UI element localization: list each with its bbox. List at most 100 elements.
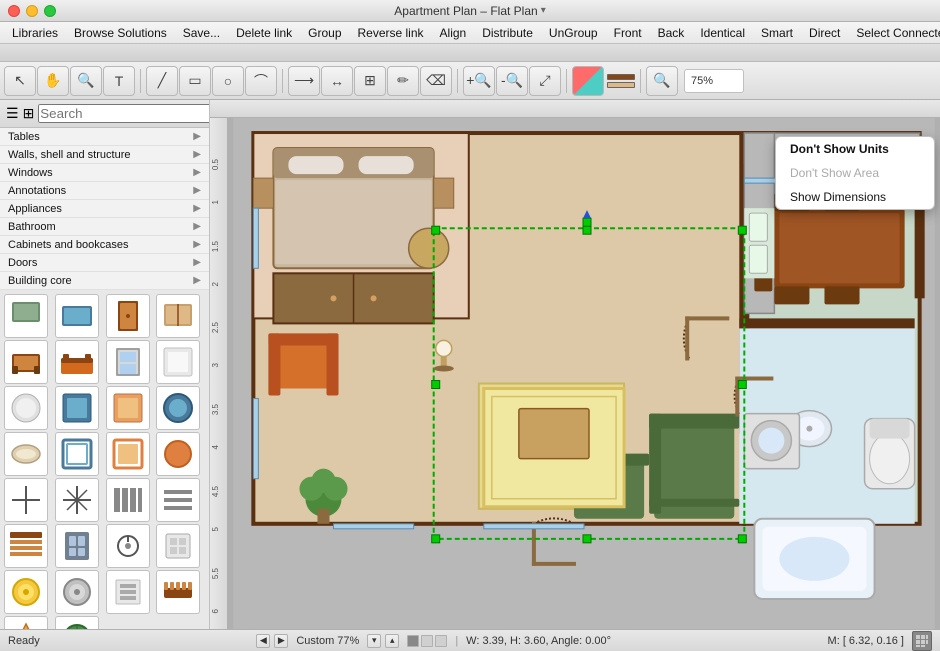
floor-plan-canvas[interactable]: Don't Show Units Don't Show Area Show Di…: [228, 118, 940, 629]
traffic-lights: [8, 5, 56, 17]
shape-cell[interactable]: [4, 386, 48, 430]
menu-item-show-dimensions[interactable]: Show Dimensions: [776, 185, 934, 209]
statusbar: Ready ◀ ▶ Custom 77% ▾ ▴ | W: 3.39, H: 3…: [0, 629, 940, 651]
fit-btn[interactable]: ⤢: [529, 66, 561, 96]
shape-cell[interactable]: [156, 340, 200, 384]
menu-item-save...[interactable]: Save...: [175, 22, 228, 44]
menu-item-group[interactable]: Group: [300, 22, 349, 44]
menu-item-select-connected[interactable]: Select Connected: [848, 22, 940, 44]
shape-cell[interactable]: [55, 570, 99, 614]
menu-item-libraries[interactable]: Libraries: [4, 22, 66, 44]
zoom-decrease-btn[interactable]: ▾: [367, 634, 381, 648]
category-list: Tables ▶ Walls, shell and structure ▶ Wi…: [0, 128, 209, 290]
menu-item-dont-show-area[interactable]: Don't Show Area: [776, 161, 934, 185]
shape-cell[interactable]: [55, 616, 99, 629]
shape-cell[interactable]: [55, 340, 99, 384]
shape-cell[interactable]: [4, 432, 48, 476]
toolbar-group-color: [572, 66, 635, 96]
ruler-mark-v: 5: [211, 527, 220, 531]
shape-cell[interactable]: [4, 478, 48, 522]
category-windows[interactable]: Windows ▶: [0, 164, 209, 182]
zoom-input[interactable]: 75%: [684, 69, 744, 93]
shape-cell[interactable]: [55, 294, 99, 338]
shape-cell[interactable]: [156, 294, 200, 338]
scroll-left-btn[interactable]: ◀: [256, 634, 270, 648]
shape-cell[interactable]: [156, 432, 200, 476]
list-icon: ☰: [6, 105, 19, 122]
menu-item-delete-link[interactable]: Delete link: [228, 22, 300, 44]
category-building-core[interactable]: Building core ▶: [0, 272, 209, 290]
category-appliances[interactable]: Appliances ▶: [0, 200, 209, 218]
shape-cell[interactable]: [55, 524, 99, 568]
shape-cell[interactable]: [55, 432, 99, 476]
shape-cell[interactable]: [106, 294, 150, 338]
close-button[interactable]: [8, 5, 20, 17]
zoom-tool[interactable]: 🔍: [70, 66, 102, 96]
category-walls[interactable]: Walls, shell and structure ▶: [0, 146, 209, 164]
search-input[interactable]: [38, 104, 210, 123]
shape-cell[interactable]: [4, 294, 48, 338]
menu-item-front[interactable]: Front: [606, 22, 650, 44]
expand-icon: ▶: [193, 185, 201, 196]
category-tables[interactable]: Tables ▶: [0, 128, 209, 146]
page-dot-1[interactable]: [407, 635, 419, 647]
menu-item-smart[interactable]: Smart: [753, 22, 801, 44]
stroke-color-btn[interactable]: [607, 74, 635, 80]
menu-item-reverse-link[interactable]: Reverse link: [350, 22, 432, 44]
dimension-tool[interactable]: ↔: [321, 66, 353, 96]
shape-cell[interactable]: [4, 616, 48, 629]
scroll-right-btn[interactable]: ▶: [274, 634, 288, 648]
zoom-in-btn[interactable]: +🔍: [463, 66, 495, 96]
menu-item-distribute[interactable]: Distribute: [474, 22, 541, 44]
shape-cell[interactable]: [4, 570, 48, 614]
pencil-tool[interactable]: ✏: [387, 66, 419, 96]
text-tool[interactable]: T: [103, 66, 135, 96]
menu-item-back[interactable]: Back: [650, 22, 693, 44]
shape-cell[interactable]: [4, 524, 48, 568]
shape-cell[interactable]: [106, 478, 150, 522]
category-bathroom[interactable]: Bathroom ▶: [0, 218, 209, 236]
shape-cell[interactable]: [156, 478, 200, 522]
menu-item-dont-show-units[interactable]: Don't Show Units: [776, 137, 934, 161]
shape-cell[interactable]: [156, 386, 200, 430]
hand-tool[interactable]: ✋: [37, 66, 69, 96]
search-btn[interactable]: 🔍: [646, 66, 678, 96]
circle-tool[interactable]: ○: [212, 66, 244, 96]
shape-cell[interactable]: [106, 432, 150, 476]
shape-cell[interactable]: [55, 478, 99, 522]
shape-cell[interactable]: [106, 570, 150, 614]
menu-item-align[interactable]: Align: [432, 22, 475, 44]
connect-tool[interactable]: ⟶: [288, 66, 320, 96]
category-cabinets[interactable]: Cabinets and bookcases ▶: [0, 236, 209, 254]
rect-tool[interactable]: ▭: [179, 66, 211, 96]
expand-icon: ▶: [193, 131, 201, 142]
shape-cell[interactable]: [4, 340, 48, 384]
category-annotations[interactable]: Annotations ▶: [0, 182, 209, 200]
page-dot-3[interactable]: [435, 635, 447, 647]
line-tool[interactable]: ╱: [146, 66, 178, 96]
zoom-out-btn[interactable]: -🔍: [496, 66, 528, 96]
shape-cell[interactable]: [106, 524, 150, 568]
menu-item-identical[interactable]: Identical: [692, 22, 753, 44]
maximize-button[interactable]: [44, 5, 56, 17]
minimize-button[interactable]: [26, 5, 38, 17]
category-doors[interactable]: Doors ▶: [0, 254, 209, 272]
eraser-tool[interactable]: ⌫: [420, 66, 452, 96]
shape-cell[interactable]: [55, 386, 99, 430]
menu-item-direct[interactable]: Direct: [801, 22, 848, 44]
page-dot-2[interactable]: [421, 635, 433, 647]
grid-settings-btn[interactable]: [912, 631, 932, 651]
shape-cell[interactable]: [106, 340, 150, 384]
title-dropdown-icon[interactable]: ▾: [541, 5, 546, 16]
menu-item-browse-solutions[interactable]: Browse Solutions: [66, 22, 175, 44]
shape-cell[interactable]: [156, 570, 200, 614]
stamp-tool[interactable]: ⊞: [354, 66, 386, 96]
pointer-tool[interactable]: ↖: [4, 66, 36, 96]
color-btn[interactable]: [572, 66, 604, 96]
arc-tool[interactable]: ⌒: [245, 66, 277, 96]
menu-item-ungroup[interactable]: UnGroup: [541, 22, 606, 44]
shape-cell[interactable]: [106, 386, 150, 430]
shape-cell[interactable]: [156, 524, 200, 568]
zoom-increase-btn[interactable]: ▴: [385, 634, 399, 648]
fill-color-btn[interactable]: [607, 82, 635, 88]
